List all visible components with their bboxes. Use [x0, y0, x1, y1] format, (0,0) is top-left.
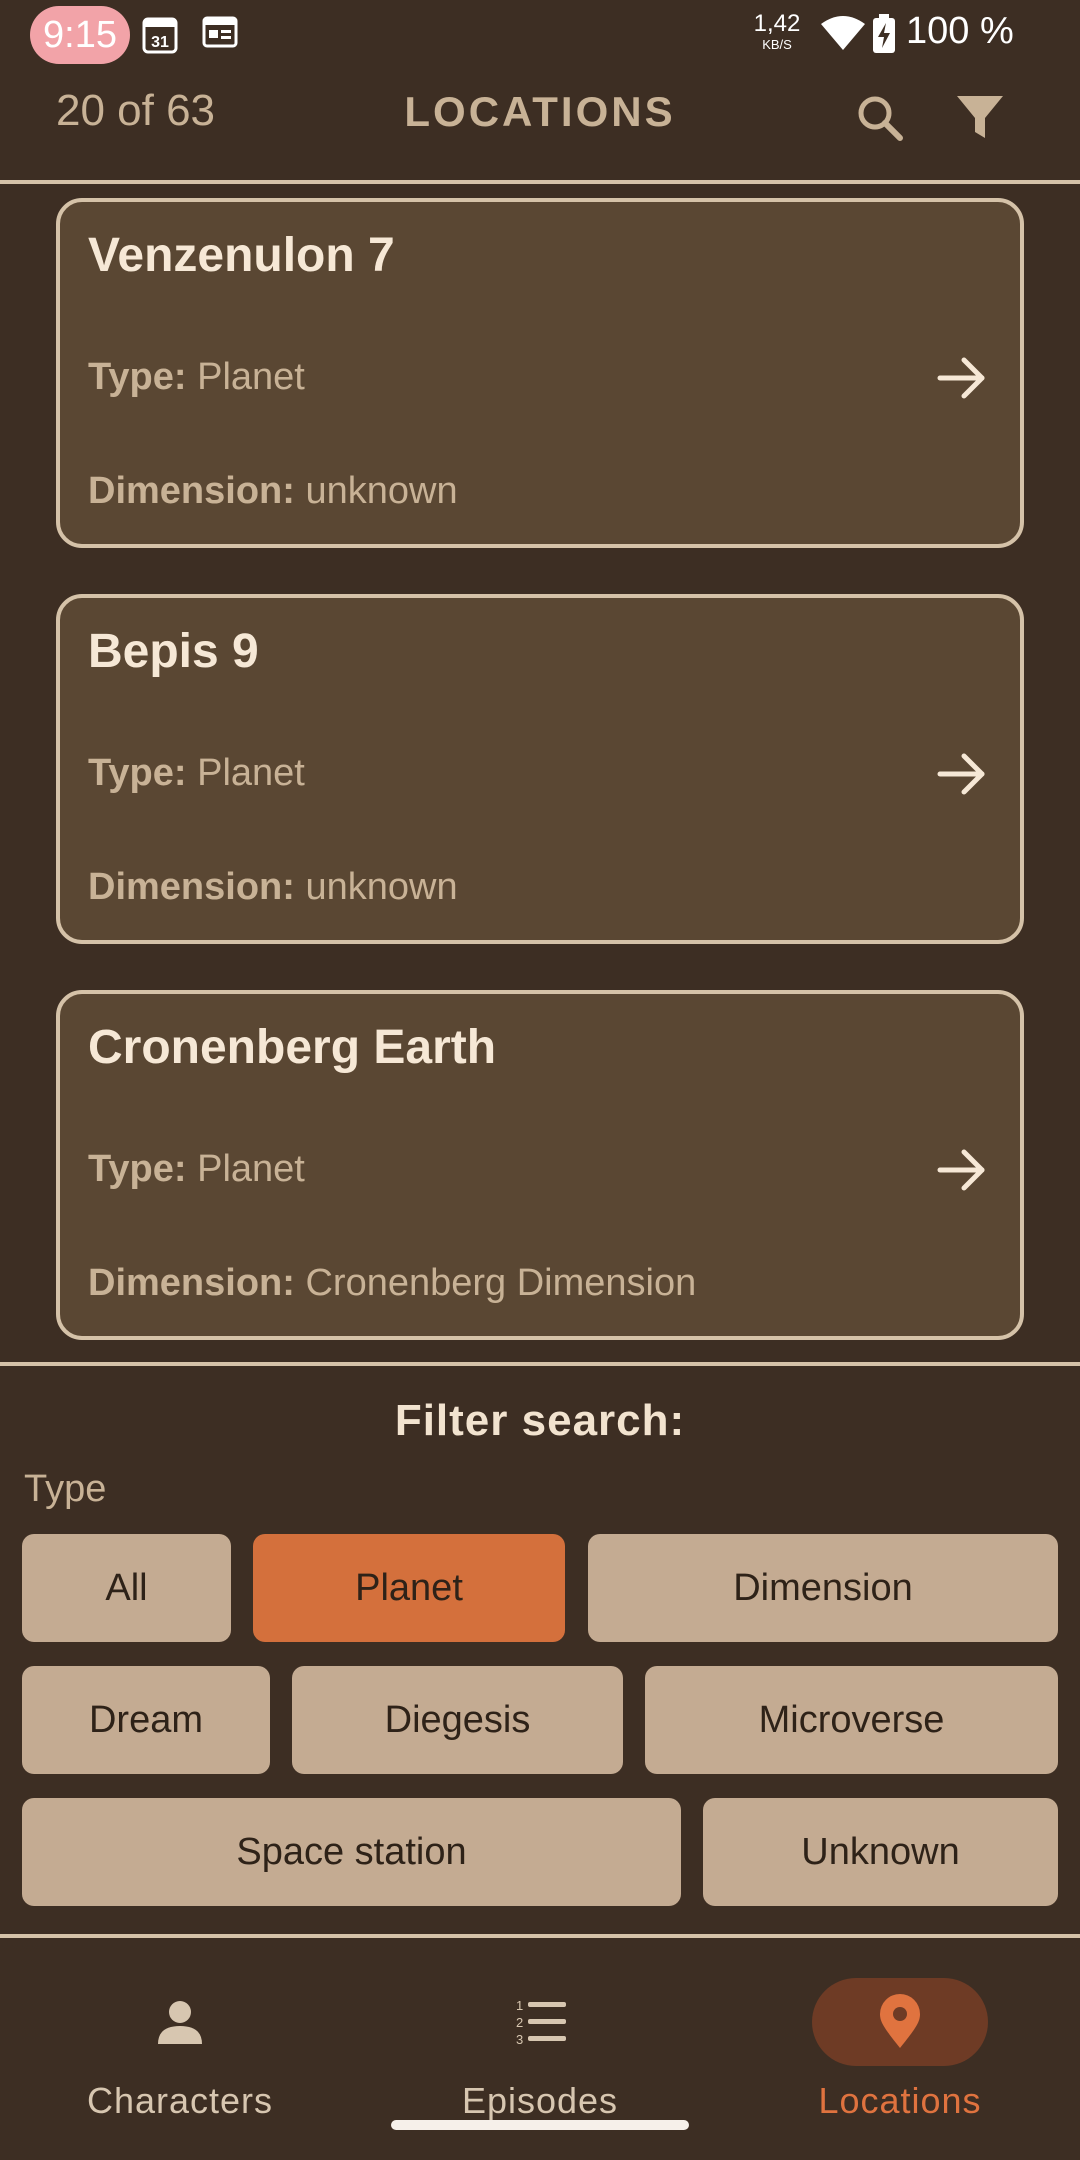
calendar-day: 31 — [151, 34, 169, 51]
nav-item-episodes[interactable]: 1 2 3 Episodes — [360, 1970, 720, 2130]
status-time: 9:15 — [30, 6, 130, 64]
location-dimension-row: Dimension: Cronenberg Dimension — [88, 1262, 696, 1305]
search-button[interactable] — [840, 78, 920, 158]
dimension-value: unknown — [305, 866, 458, 908]
type-value: Planet — [197, 356, 305, 398]
nav-label: Locations — [818, 2080, 982, 2121]
filter-type-label: Type — [24, 1468, 107, 1510]
nav-icon-container: 1 2 3 — [452, 1978, 628, 2066]
home-indicator[interactable] — [391, 2120, 689, 2130]
location-card[interactable]: Bepis 9 Type: Planet Dimension: unknown — [56, 594, 1024, 944]
location-name: Bepis 9 — [88, 625, 259, 678]
dimension-value: unknown — [305, 470, 458, 512]
top-app-bar: 20 of 63 LOCATIONS — [0, 70, 1080, 180]
svg-text:3: 3 — [516, 2032, 523, 2047]
dimension-value: Cronenberg Dimension — [305, 1262, 697, 1304]
filter-chip-dream[interactable]: Dream — [22, 1666, 270, 1774]
nav-label: Characters — [86, 2080, 274, 2121]
filter-chip-all[interactable]: All — [22, 1534, 231, 1642]
filter-chip-unknown[interactable]: Unknown — [703, 1798, 1058, 1906]
arrow-right-icon[interactable] — [934, 746, 990, 802]
filter-chip-planet[interactable]: Planet — [253, 1534, 565, 1642]
location-type-row: Type: Planet — [88, 1148, 305, 1191]
svg-text:1: 1 — [516, 1998, 523, 2013]
location-dimension-row: Dimension: unknown — [88, 470, 458, 513]
location-type-row: Type: Planet — [88, 356, 305, 399]
location-name: Venzenulon 7 — [88, 229, 395, 282]
location-card[interactable]: Venzenulon 7 Type: Planet Dimension: unk… — [56, 198, 1024, 548]
filter-divider — [0, 1362, 1080, 1366]
type-label: Type: — [88, 356, 187, 398]
location-card[interactable]: Cronenberg Earth Type: Planet Dimension:… — [56, 990, 1024, 1340]
location-dimension-row: Dimension: unknown — [88, 866, 458, 909]
news-icon — [202, 16, 238, 48]
wifi-icon — [821, 16, 865, 50]
dimension-label: Dimension: — [88, 1262, 295, 1304]
type-value: Planet — [197, 752, 305, 794]
type-label: Type: — [88, 752, 187, 794]
dimension-label: Dimension: — [88, 470, 295, 512]
search-icon — [858, 96, 903, 141]
dimension-label: Dimension: — [88, 866, 295, 908]
nav-item-locations[interactable]: Locations — [720, 1970, 1080, 2130]
filter-chip-space-station[interactable]: Space station — [22, 1798, 681, 1906]
filter-chip-microverse[interactable]: Microverse — [645, 1666, 1058, 1774]
battery-percent: 100 % — [906, 10, 1014, 52]
location-name: Cronenberg Earth — [88, 1021, 497, 1074]
person-icon — [158, 2001, 202, 2044]
filter-button[interactable] — [940, 78, 1020, 158]
location-type-row: Type: Planet — [88, 752, 305, 795]
nav-icon-container — [92, 1978, 268, 2066]
nav-label: Episodes — [461, 2080, 619, 2121]
arrow-right-icon[interactable] — [934, 350, 990, 406]
type-label: Type: — [88, 1148, 187, 1190]
locations-list[interactable]: Venzenulon 7 Type: Planet Dimension: unk… — [0, 186, 1080, 1364]
network-speed: 1,42 KB/S — [752, 10, 802, 52]
battery-charging-icon — [873, 14, 895, 53]
filter-icon — [957, 96, 1003, 138]
filter-chip-dimension[interactable]: Dimension — [588, 1534, 1058, 1642]
type-value: Planet — [197, 1148, 305, 1190]
nav-item-characters[interactable]: Characters — [0, 1970, 360, 2130]
arrow-right-icon[interactable] — [934, 1142, 990, 1198]
bottom-nav-divider — [0, 1934, 1080, 1938]
app-bar-divider — [0, 180, 1080, 184]
screen: 9:15 31 1,42 KB/S 100 % 20 of 63 LOCATIO… — [0, 0, 1080, 2160]
filter-title: Filter search: — [394, 1396, 686, 1445]
network-speed-unit: KB/S — [762, 37, 792, 52]
network-speed-value: 1,42 — [753, 10, 801, 37]
location-pin-icon — [880, 1994, 920, 2048]
filter-chip-diegesis[interactable]: Diegesis — [292, 1666, 623, 1774]
nav-icon-container — [812, 1978, 988, 2066]
status-bar: 9:15 31 1,42 KB/S 100 % — [0, 0, 1080, 70]
svg-text:2: 2 — [516, 2015, 523, 2030]
calendar-icon: 31 — [142, 17, 178, 54]
numbered-list-icon: 1 2 3 — [516, 1998, 566, 2047]
